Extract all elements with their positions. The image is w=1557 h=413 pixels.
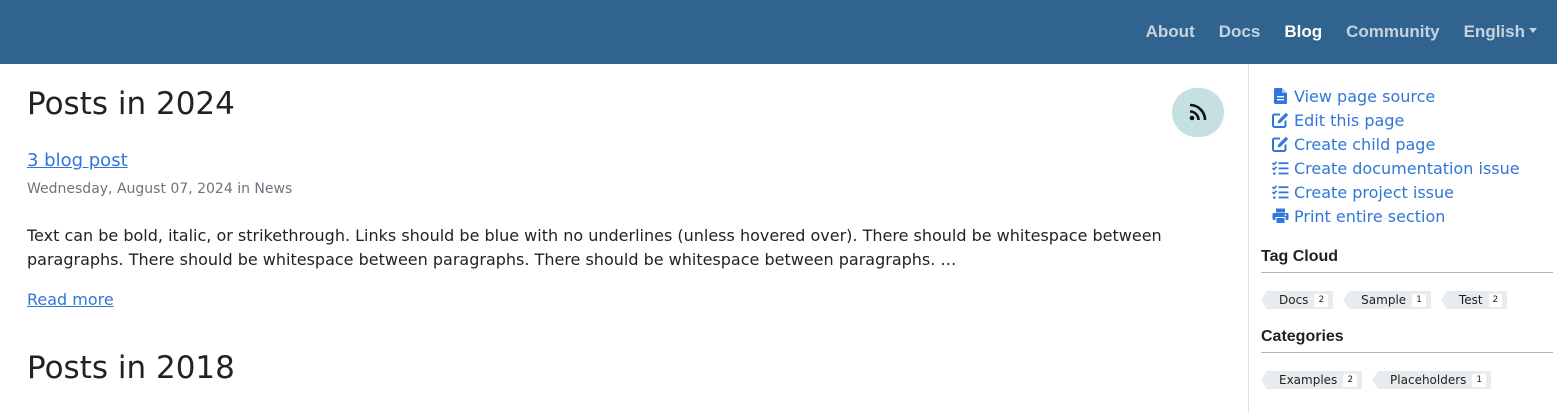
category-label: Examples [1279,373,1338,387]
categories-list: Examples 2 Placeholders 1 [1260,371,1492,389]
edit-icon [1271,135,1289,153]
nav-link-blog[interactable]: Blog [1284,22,1322,42]
tag-test[interactable]: Test 2 [1440,291,1508,309]
meta-link-label: Print entire section [1294,206,1446,226]
create-child-page-link[interactable]: Create child page [1271,132,1520,156]
category-count: 2 [1343,373,1358,387]
view-page-source-link[interactable]: View page source [1271,84,1520,108]
tag-count: 2 [1314,293,1329,307]
category-placeholders[interactable]: Placeholders 1 [1372,371,1492,389]
meta-link-label: Create project issue [1294,182,1454,202]
nav-link-docs[interactable]: Docs [1219,22,1261,42]
tag-count: 2 [1488,293,1503,307]
meta-link-label: Create child page [1294,134,1436,154]
print-icon [1271,207,1289,225]
categories-heading: Categories [1261,328,1553,353]
file-icon [1271,87,1289,105]
post-title-link[interactable]: 3 blog post [27,150,128,171]
create-project-issue-link[interactable]: Create project issue [1271,180,1520,204]
post-excerpt: Text can be bold, italic, or strikethrou… [27,226,1162,269]
read-more-link[interactable]: Read more [27,290,114,309]
tag-cloud-heading: Tag Cloud [1261,248,1553,273]
top-navbar: About Docs Blog Community English [0,0,1557,64]
edit-icon [1271,111,1289,129]
meta-link-label: Create documentation issue [1294,158,1520,178]
tag-docs[interactable]: Docs 2 [1260,291,1334,309]
section-title-2018: Posts in 2018 [27,350,235,386]
create-documentation-issue-link[interactable]: Create documentation issue [1271,156,1520,180]
post-meta: Wednesday, August 07, 2024 in News [27,181,293,197]
tag-label: Test [1458,293,1483,307]
tasks-icon [1271,183,1289,201]
tag-label: Docs [1279,293,1309,307]
main-content: Posts in 2024 3 blog post Wednesday, Aug… [0,64,1248,413]
nav-link-community[interactable]: Community [1346,22,1440,42]
language-label: English [1463,22,1525,41]
print-entire-section-link[interactable]: Print entire section [1271,204,1520,228]
tag-label: Sample [1361,293,1407,307]
section-title-2024: Posts in 2024 [27,86,235,122]
tag-sample[interactable]: Sample 1 [1343,291,1431,309]
right-sidebar: View page source Edit this page Create c… [1248,64,1557,413]
meta-link-label: View page source [1294,86,1436,106]
nav-links: About Docs Blog Community English [1146,0,1537,64]
rss-feed-button[interactable] [1172,88,1224,137]
category-count: 1 [1472,373,1487,387]
page-meta-links: View page source Edit this page Create c… [1271,84,1520,228]
edit-this-page-link[interactable]: Edit this page [1271,108,1520,132]
rss-icon [1189,103,1207,121]
tag-count: 1 [1412,293,1426,307]
category-label: Placeholders [1390,373,1467,387]
caret-down-icon [1529,28,1537,34]
nav-link-about[interactable]: About [1146,22,1195,42]
tag-cloud: Docs 2 Sample 1 Test 2 [1260,291,1508,309]
tasks-icon [1271,159,1289,177]
meta-link-label: Edit this page [1294,110,1405,130]
language-dropdown[interactable]: English [1464,22,1537,42]
category-examples[interactable]: Examples 2 [1260,371,1363,389]
